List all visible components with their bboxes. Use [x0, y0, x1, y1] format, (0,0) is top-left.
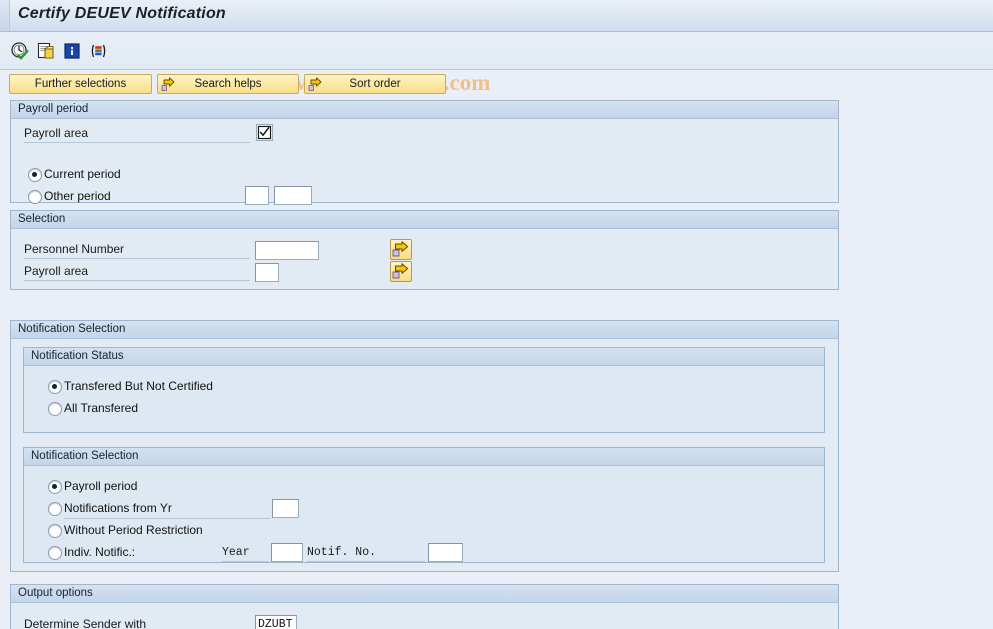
year-input[interactable]	[271, 543, 303, 562]
payroll-period-group: Payroll period Payroll area Current peri…	[10, 100, 839, 205]
payroll-area-multiple-selection-button[interactable]	[390, 261, 412, 282]
search-helps-label: Search helps	[194, 78, 262, 90]
notification-status-group-title: Notification Status	[24, 348, 824, 366]
payroll-period-group-body: Payroll area Current period Other period	[11, 119, 838, 205]
output-options-group-body: Determine Sender with	[11, 603, 838, 629]
personnel-number-multiple-selection-button[interactable]	[390, 239, 412, 260]
personnel-number-input[interactable]	[255, 241, 319, 260]
payroll-area-matchcode-button[interactable]	[256, 124, 273, 141]
arrow-right-icon	[161, 77, 176, 92]
further-selections-label: Further selections	[34, 78, 127, 90]
radio-indiv-notific-label: Indiv. Notific.:	[64, 545, 136, 559]
radio-notifications-from-yr[interactable]: Notifications from Yr	[48, 501, 172, 516]
radio-all-transfered-label: All Transfered	[64, 401, 139, 415]
info-icon[interactable]	[62, 41, 82, 61]
radio-transfered-but-not-certified[interactable]: Transfered But Not Certified	[48, 379, 213, 394]
selection-group: Selection Personnel Number Payroll area	[10, 210, 839, 290]
radio-current-period-label: Current period	[44, 167, 121, 181]
execute-clock-icon[interactable]	[10, 41, 30, 61]
window-title-bar: Certify DEUEV Notification	[0, 0, 993, 32]
notification-selection-inner-group-body: Payroll period Notifications from Yr Wit…	[24, 466, 824, 562]
notification-selection-inner-group: Notification Selection Payroll period No…	[23, 447, 825, 563]
payroll-area-label: Payroll area	[24, 125, 250, 143]
notification-selection-inner-group-title: Notification Selection	[24, 448, 824, 466]
output-options-group: Output options Determine Sender with	[10, 584, 839, 629]
other-period-input-1[interactable]	[245, 186, 269, 205]
radio-current-period[interactable]: Current period	[28, 167, 121, 182]
copy-variant-icon[interactable]	[36, 41, 56, 61]
selection-group-body: Personnel Number Payroll area	[11, 229, 838, 289]
notification-selection-group: Notification Selection Notification Stat…	[10, 320, 839, 572]
radio-transfered-but-not-certified-label: Transfered But Not Certified	[64, 379, 213, 393]
sort-order-button[interactable]: Sort order	[304, 74, 446, 94]
notification-status-group: Notification Status Transfered But Not C…	[23, 347, 825, 433]
notification-status-group-body: Transfered But Not Certified All Transfe…	[24, 366, 824, 432]
other-period-input-2[interactable]	[274, 186, 312, 205]
sort-order-label: Sort order	[349, 78, 401, 90]
personnel-number-label: Personnel Number	[24, 241, 250, 259]
radio-all-transfered[interactable]: All Transfered	[48, 401, 138, 416]
radio-other-period[interactable]: Other period	[28, 189, 111, 204]
year-label: Year	[222, 544, 269, 562]
notifications-from-yr-input[interactable]	[272, 499, 299, 518]
title-bar-left-grip	[0, 0, 10, 31]
notif-no-label: Notif. No.	[307, 544, 425, 562]
notification-selection-group-body: Notification Status Transfered But Not C…	[11, 339, 838, 571]
output-options-group-title: Output options	[11, 585, 838, 603]
radio-other-period-label: Other period	[44, 189, 111, 203]
arrow-right-icon	[308, 77, 323, 92]
determine-sender-input[interactable]	[255, 615, 297, 629]
determine-sender-label: Determine Sender with	[24, 616, 250, 629]
selection-group-title: Selection	[11, 211, 838, 229]
selection-payroll-area-label: Payroll area	[24, 263, 250, 281]
selection-payroll-area-input[interactable]	[255, 263, 279, 282]
selection-toolbar: Further selections Search helps Sort ord…	[0, 70, 993, 98]
radio-payroll-period[interactable]: Payroll period	[48, 479, 137, 494]
radio-without-period-restriction[interactable]: Without Period Restriction	[48, 523, 203, 538]
radio-without-period-restriction-label: Without Period Restriction	[64, 523, 203, 537]
radio-indiv-notific[interactable]: Indiv. Notific.:	[48, 545, 135, 560]
radio-payroll-period-label: Payroll period	[64, 479, 138, 493]
page-title: Certify DEUEV Notification	[18, 5, 226, 22]
layout-variant-icon[interactable]	[88, 41, 108, 61]
radio-notifications-from-yr-label: Notifications from Yr	[64, 501, 172, 515]
notif-no-input[interactable]	[428, 543, 463, 562]
application-toolbar: © www.tutorialkart.com	[0, 32, 993, 95]
search-helps-button[interactable]: Search helps	[157, 74, 299, 94]
payroll-period-group-title: Payroll period	[11, 101, 838, 119]
further-selections-button[interactable]: Further selections	[9, 74, 152, 94]
notification-selection-group-title: Notification Selection	[11, 321, 838, 339]
